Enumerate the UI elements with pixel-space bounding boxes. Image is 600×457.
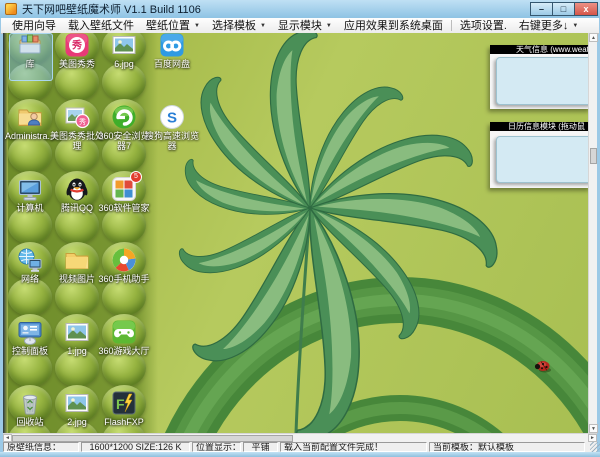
- vertical-scrollbar[interactable]: ▲ ▼: [588, 33, 597, 433]
- computer-icon: [16, 175, 44, 203]
- calendar-content-box: [496, 136, 588, 183]
- desktop-icon-label: 百度网盘: [142, 60, 202, 70]
- controlpanel-icon: [16, 318, 44, 346]
- scroll-left-icon[interactable]: ◄: [3, 434, 12, 442]
- calendar-module[interactable]: 日历信息模块 (拖动鼠: [490, 122, 588, 188]
- scroll-down-icon[interactable]: ▼: [589, 424, 598, 433]
- status-bar: 原壁纸信息：1600*1200 SIZE:126 K位置显示：平铺载入当前配置文…: [3, 442, 597, 452]
- scroll-up-icon[interactable]: ▲: [589, 33, 598, 42]
- desktop-icon-label: 360软件管家: [94, 204, 154, 214]
- window-controls: – □ x: [531, 2, 598, 16]
- recycle-icon: [16, 389, 44, 417]
- status-cell-0: 原壁纸信息：: [3, 442, 79, 452]
- menu-item-show-modules[interactable]: 显示模块▼: [272, 18, 338, 33]
- meitu-icon: 秀: [63, 33, 91, 59]
- horizontal-scroll-thumb[interactable]: [12, 435, 293, 442]
- window-bottom-border: [0, 452, 600, 457]
- status-cell-3: 平铺: [243, 442, 278, 452]
- menu-item-load-wallpaper[interactable]: 载入壁纸文件: [62, 18, 140, 33]
- baidupan-icon: [158, 33, 186, 59]
- menu-item-wizard[interactable]: 使用向导: [6, 18, 62, 33]
- desktop-icon-flashfxp[interactable]: F FlashFXP: [94, 389, 154, 428]
- status-cell-2: 位置显示：: [192, 442, 241, 452]
- dropdown-arrow-icon: ▼: [326, 19, 332, 33]
- app-logo-icon: [5, 3, 17, 15]
- svg-text:秀: 秀: [79, 117, 86, 126]
- sogou-icon: S: [158, 103, 186, 131]
- desktop-icon-phone-helper-360[interactable]: 360手机助手: [94, 246, 154, 285]
- desktop-icon-label: 360游戏大厅: [94, 347, 154, 357]
- weather-module-title: 天气信息 (www.weathe: [490, 45, 588, 54]
- flashfxp-icon: F: [110, 389, 138, 417]
- folder-icon: [63, 246, 91, 274]
- notification-badge: 5: [130, 171, 142, 183]
- desktop-icon-soft-manager-360[interactable]: 5360软件管家: [94, 175, 154, 214]
- svg-text:S: S: [167, 110, 177, 127]
- desktop-preview: 天气信息 (www.weathe 日历信息模块 (拖动鼠 库秀美图秀秀6.jpg…: [3, 33, 588, 433]
- menu-item-options[interactable]: 选项设置.: [454, 18, 513, 33]
- game360-icon: [110, 318, 138, 346]
- meitubatch-icon: 秀: [63, 103, 91, 131]
- title-bar: 天下网吧壁纸魔术师 V1.1 Build 1106 – □ x: [0, 0, 600, 18]
- desktop-icon-game-hall-360[interactable]: 360游戏大厅: [94, 318, 154, 357]
- userfolder-icon: [16, 103, 44, 131]
- status-cell-4: 载入当前配置文件完成！: [280, 442, 427, 452]
- weather-module[interactable]: 天气信息 (www.weathe: [490, 45, 588, 109]
- weather-content-box: [496, 57, 588, 105]
- dropdown-arrow-icon: ▼: [194, 19, 200, 33]
- menu-item-apply-to-desktop[interactable]: 应用效果到系统桌面: [338, 18, 449, 33]
- scroll-right-icon[interactable]: ►: [588, 434, 597, 442]
- library-icon: [16, 33, 44, 59]
- app-window: 天下网吧壁纸魔术师 V1.1 Build 1106 – □ x 使用向导载入壁纸…: [0, 0, 600, 457]
- menu-bar: 使用向导载入壁纸文件壁纸位置▼选择模板▼显示模块▼应用效果到系统桌面选项设置.右…: [1, 18, 599, 34]
- preview-left-shade: [3, 33, 8, 433]
- desktop-icon-label: FlashFXP: [94, 418, 154, 428]
- qq-icon: [63, 175, 91, 203]
- desktop-icon-baidu-pan[interactable]: 百度网盘: [142, 33, 202, 70]
- browser360-icon: [110, 103, 138, 131]
- photo-icon: [63, 389, 91, 417]
- horizontal-scrollbar[interactable]: ◄ ►: [3, 433, 597, 442]
- resize-grip[interactable]: [590, 442, 600, 452]
- status-cell-1: 1600*1200 SIZE:126 K: [81, 442, 190, 452]
- dropdown-arrow-icon: ▼: [260, 19, 266, 33]
- dropdown-arrow-icon: ▼: [572, 19, 578, 33]
- weather-module-body: [490, 54, 588, 109]
- menu-item-right-click-more[interactable]: 右键更多↓▼: [513, 18, 584, 33]
- calendar-module-title: 日历信息模块 (拖动鼠: [490, 122, 588, 131]
- network-icon: [16, 246, 44, 274]
- menu-separator: [451, 20, 452, 31]
- svg-text:秀: 秀: [71, 39, 82, 52]
- vertical-scroll-thumb[interactable]: [590, 148, 597, 164]
- desktop-icon-label: 360手机助手: [94, 275, 154, 285]
- minimize-button[interactable]: –: [530, 2, 553, 16]
- menu-item-choose-template[interactable]: 选择模板▼: [206, 18, 272, 33]
- desktop-icon-sogou-browser[interactable]: S 搜狗高速浏览器: [142, 103, 202, 151]
- window-title: 天下网吧壁纸魔术师 V1.1 Build 1106: [22, 1, 201, 17]
- close-button[interactable]: x: [574, 2, 598, 16]
- phone360-icon: [110, 246, 138, 274]
- svg-text:F: F: [116, 396, 125, 412]
- calendar-module-body: [490, 131, 588, 188]
- soft360-icon: 5: [110, 175, 138, 203]
- desktop-icon-label: 搜狗高速浏览器: [142, 132, 202, 151]
- maximize-button[interactable]: □: [552, 2, 575, 16]
- photo-icon: [63, 318, 91, 346]
- photo-icon: [110, 33, 138, 59]
- menu-item-wallpaper-position[interactable]: 壁纸位置▼: [140, 18, 206, 33]
- status-cell-5: 当前模板：默认模板: [429, 442, 585, 452]
